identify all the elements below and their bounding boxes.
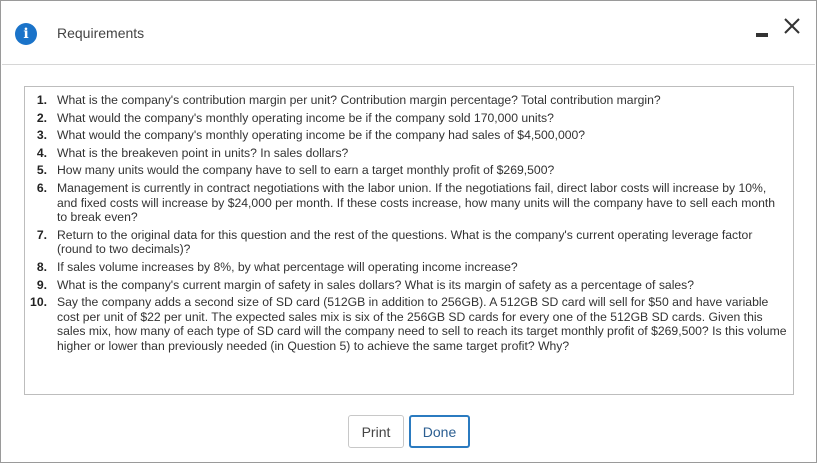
question-number: 2. [36,110,47,125]
question-number: 6. [36,180,47,195]
questions-list: 1. What is the company's contribution ma… [25,87,793,354]
minimize-icon[interactable] [754,24,772,44]
minimize-bar [756,33,768,37]
question-number: 5. [36,163,47,178]
question-item: 9. What is the company's current margin … [25,278,787,293]
question-item: 2. What would the company's monthly oper… [25,111,787,126]
question-item: 4. What is the breakeven point in units?… [25,146,787,161]
question-item: 10. Say the company adds a second size o… [25,295,787,353]
close-glyph [784,18,800,34]
question-number: 8. [36,259,47,274]
question-number: 1. [36,93,47,107]
question-number: 7. [36,227,47,242]
requirements-dialog: i Requirements 1. What is the company's … [0,0,817,463]
question-item: 3. What would the company's monthly oper… [25,128,787,143]
question-text: What is the company's contribution margi… [57,93,661,107]
question-text: If sales volume increases by 8%, by what… [57,259,518,274]
close-icon[interactable] [782,16,802,36]
question-item: 5. How many units would the company have… [25,163,787,178]
dialog-titlebar: i Requirements [2,2,815,65]
requirements-content: 1. What is the company's contribution ma… [24,86,794,395]
question-text: Say the company adds a second size of SD… [57,295,787,353]
question-text: Return to the original data for this que… [57,227,753,257]
done-button[interactable]: Done [409,415,470,448]
question-text: What is the company's current margin of … [57,277,695,292]
question-number: 3. [36,128,47,143]
question-text: How many units would the company have to… [57,163,555,178]
question-number: 9. [36,277,47,292]
question-text: Management is currently in contract nego… [57,180,776,225]
question-item: 7. Return to the original data for this … [25,228,787,257]
info-icon: i [15,23,37,45]
question-text: What is the breakeven point in units? In… [57,145,349,160]
question-text: What would the company's monthly operati… [57,128,586,143]
dialog-title: Requirements [57,25,145,41]
question-item: 8. If sales volume increases by 8%, by w… [25,260,787,275]
print-button[interactable]: Print [348,415,404,448]
question-number: 4. [36,145,47,160]
question-text: What would the company's monthly operati… [57,110,554,125]
question-number: 10. [30,295,47,310]
question-item: 1. What is the company's contribution ma… [25,93,787,108]
question-item: 6. Management is currently in contract n… [25,181,787,225]
